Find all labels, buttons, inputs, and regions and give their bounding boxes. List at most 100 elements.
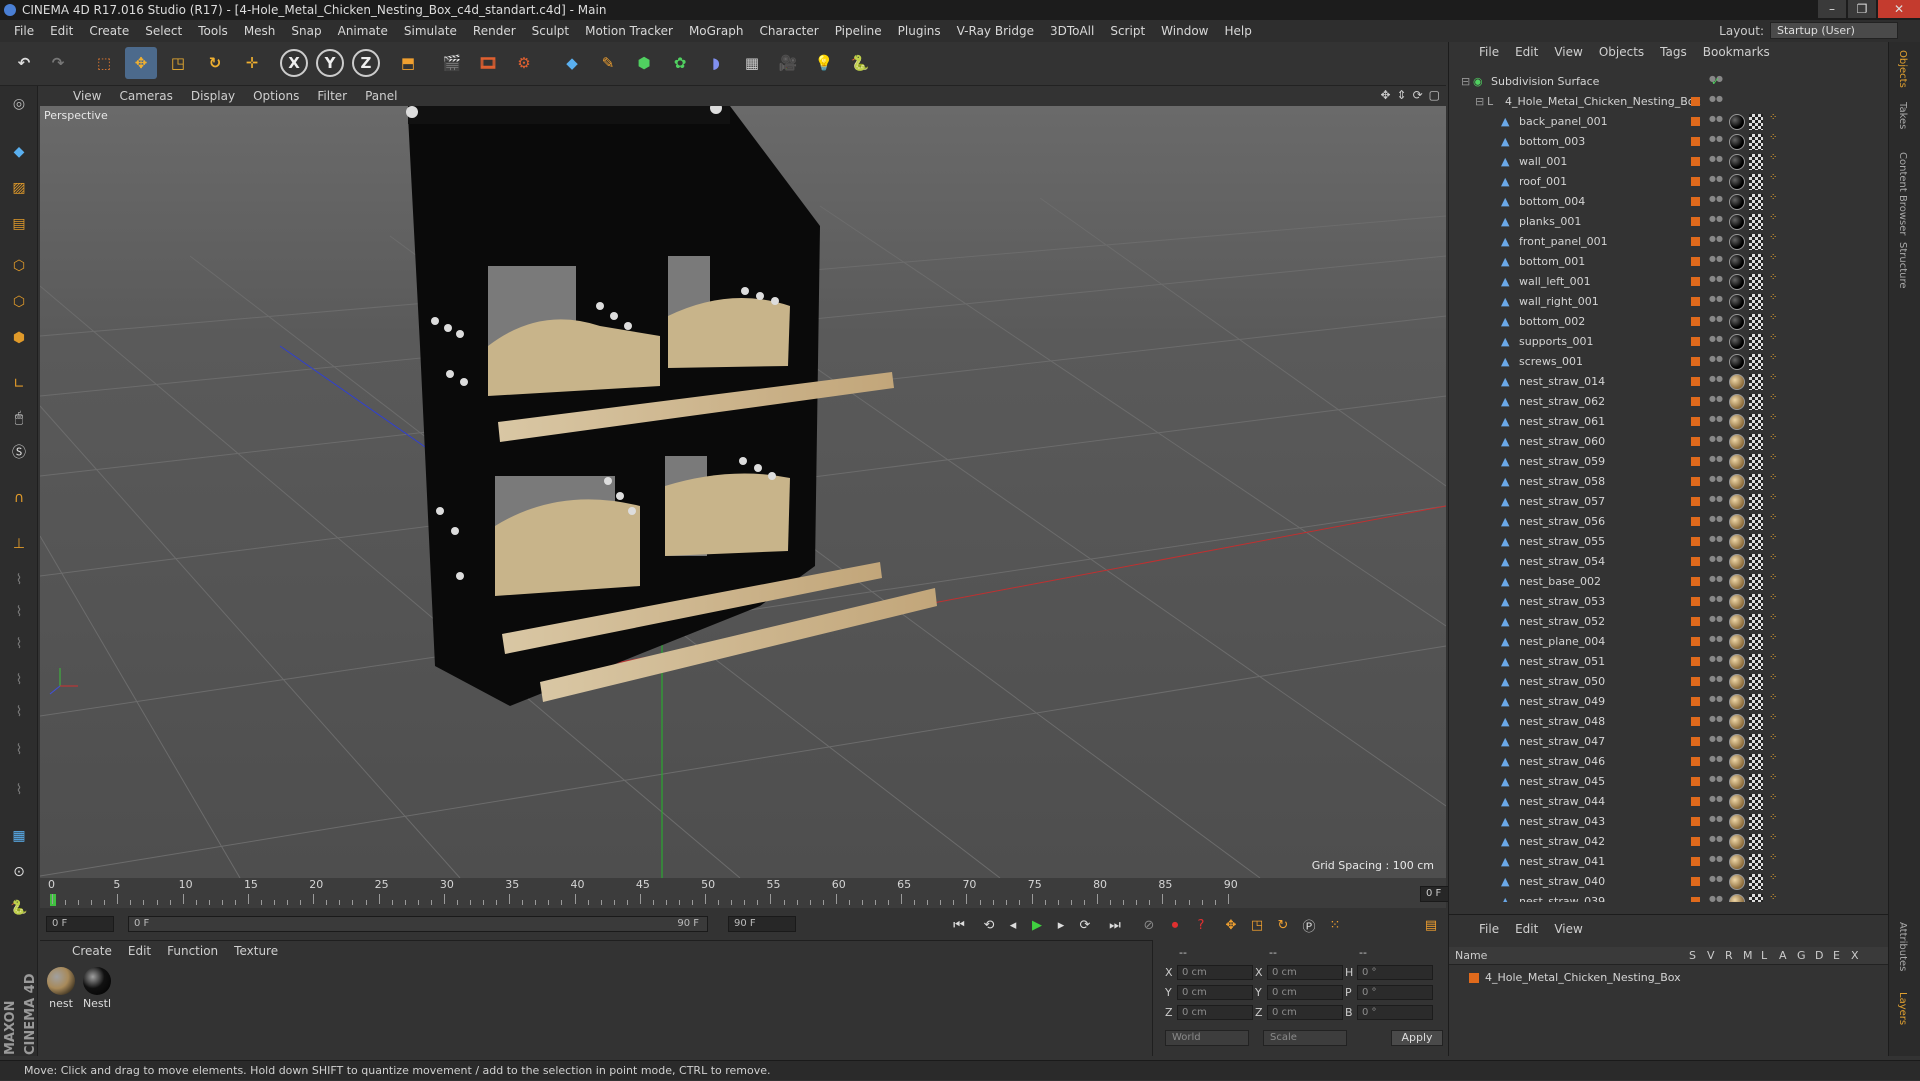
object-menu-file[interactable]: File [1471,45,1507,59]
coordinate-value-field[interactable]: 0 ° [1357,1005,1433,1020]
phong-tag-icon[interactable]: ⁘ [1769,593,1781,610]
phong-tag-icon[interactable]: ⁘ [1769,273,1781,290]
object-row[interactable]: ▲ nest_straw_052 ●● ⁘ [1449,612,1889,632]
object-menu-view[interactable]: View [1546,45,1590,59]
visibility-toggle-icon[interactable]: ●● [1709,235,1723,249]
phong-tag-icon[interactable]: ⁘ [1769,773,1781,790]
texture-tag-icon[interactable] [1749,874,1763,890]
layer-row[interactable]: 4_Hole_Metal_Chicken_Nesting_Box [1459,969,1879,987]
zoom-view-icon[interactable]: ⇕ [1397,88,1407,102]
phong-tag-icon[interactable]: ⁘ [1769,673,1781,690]
material-tag-icon[interactable] [1729,514,1745,530]
python-console-icon[interactable]: 🐍 [5,894,33,922]
layer-menu-view[interactable]: View [1546,922,1590,936]
object-list[interactable]: ⊟ ◉ Subdivision Surface ●● ✓ ⊟ L 4_Hole_Metal_C… [1449,72,1889,902]
material-tag-icon[interactable] [1729,754,1745,770]
material-tag-icon[interactable] [1729,694,1745,710]
magnet-icon[interactable]: ∩ [5,484,33,512]
object-row[interactable]: ▲ nest_base_002 ●● ⁘ [1449,572,1889,592]
texture-tag-icon[interactable] [1749,194,1763,210]
object-row[interactable]: ▲ roof_001 ●● ⁘ [1449,172,1889,192]
visibility-toggle-icon[interactable]: ●● [1709,555,1723,569]
phong-tag-icon[interactable]: ⁘ [1769,413,1781,430]
material-tag-icon[interactable] [1729,854,1745,870]
layer-color-tag[interactable] [1691,97,1700,106]
pan-view-icon[interactable]: ✥ [1380,88,1390,102]
layer-color-tag[interactable] [1691,197,1700,206]
material-tag-icon[interactable] [1729,494,1745,510]
material-tag-icon[interactable] [1729,654,1745,670]
texture-tag-icon[interactable] [1749,174,1763,190]
object-menu-edit[interactable]: Edit [1507,45,1546,59]
visibility-toggle-icon[interactable]: ●● [1709,855,1723,869]
texture-tag-icon[interactable] [1749,394,1763,410]
viewport-scene[interactable] [40,106,1446,878]
object-row[interactable]: ▲ nest_straw_049 ●● ⁘ [1449,692,1889,712]
redo-icon[interactable]: ↷ [42,47,74,79]
end-frame-field[interactable]: 90 F [728,916,796,932]
texture-tag-icon[interactable] [1749,594,1763,610]
visibility-toggle-icon[interactable]: ●● [1709,495,1723,509]
layer-color-tag[interactable] [1691,637,1700,646]
sculpt-brush-5-icon[interactable]: ⌇ [5,698,33,726]
rotate-view-icon[interactable]: ⟳ [1413,88,1423,102]
visibility-toggle-icon[interactable]: ●● [1709,775,1723,789]
material-tag-icon[interactable] [1729,114,1745,130]
render-picture-viewer-icon[interactable]: 🎞 [472,47,504,79]
layer-color-tag[interactable] [1691,357,1700,366]
visibility-toggle-icon[interactable]: ●● [1709,635,1723,649]
visibility-toggle-icon[interactable]: ●● [1709,755,1723,769]
phong-tag-icon[interactable]: ⁘ [1769,293,1781,310]
rotation-key-icon[interactable]: ↻ [1272,914,1294,936]
visibility-toggle-icon[interactable]: ●● [1709,675,1723,689]
material-tag-icon[interactable] [1729,894,1745,902]
object-row[interactable]: ▲ nest_straw_042 ●● ⁘ [1449,832,1889,852]
parameter-key-icon[interactable]: Ⓟ [1298,914,1320,936]
snap-icon[interactable]: Ⓢ [5,438,33,466]
layer-color-tag[interactable] [1691,337,1700,346]
object-row[interactable]: ▲ nest_straw_043 ●● ⁘ [1449,812,1889,832]
render-settings-icon[interactable]: ⚙ [508,47,540,79]
object-row[interactable]: ▲ nest_straw_054 ●● ⁘ [1449,552,1889,572]
menu-motion-tracker[interactable]: Motion Tracker [577,20,681,42]
object-row[interactable]: ▲ nest_straw_051 ●● ⁘ [1449,652,1889,672]
menu-sculpt[interactable]: Sculpt [524,20,577,42]
menu-animate[interactable]: Animate [330,20,396,42]
close-button[interactable]: ✕ [1878,0,1920,18]
layer-color-tag[interactable] [1691,817,1700,826]
side-tab-layers[interactable]: Layers [1897,992,1908,1025]
material-tag-icon[interactable] [1729,774,1745,790]
texture-tag-icon[interactable] [1749,654,1763,670]
viewport-menu-display[interactable]: Display [182,89,244,103]
object-row[interactable]: ▲ nest_straw_050 ●● ⁘ [1449,672,1889,692]
visibility-toggle-icon[interactable]: ●● [1709,115,1723,129]
layer-color-tag[interactable] [1691,897,1700,902]
point-level-animation-icon[interactable]: ⁙ [1324,914,1346,936]
coordinate-value-field[interactable]: 0 cm [1177,965,1253,980]
texture-tag-icon[interactable] [1749,554,1763,570]
play-icon[interactable]: ▶ [1026,914,1048,936]
visibility-toggle-icon[interactable]: ●● [1709,335,1723,349]
object-row[interactable]: ▲ nest_straw_045 ●● ⁘ [1449,772,1889,792]
apply-button[interactable]: Apply [1391,1030,1443,1046]
camera-icon[interactable]: 🎥 [772,47,804,79]
layer-color-tag[interactable] [1691,777,1700,786]
texture-tag-icon[interactable] [1749,134,1763,150]
menu-mograph[interactable]: MoGraph [681,20,752,42]
layer-color-tag[interactable] [1691,137,1700,146]
phong-tag-icon[interactable]: ⁘ [1769,633,1781,650]
material-tag-icon[interactable] [1729,574,1745,590]
object-row[interactable]: ▲ planks_001 ●● ⁘ [1449,212,1889,232]
phong-tag-icon[interactable]: ⁘ [1769,373,1781,390]
object-row[interactable]: ▲ nest_straw_053 ●● ⁘ [1449,592,1889,612]
sculpt-brush-7-icon[interactable]: ⌇ [5,776,33,804]
phong-tag-icon[interactable]: ⁘ [1769,573,1781,590]
object-menu-tags[interactable]: Tags [1652,45,1695,59]
texture-tag-icon[interactable] [1749,154,1763,170]
object-row[interactable]: ▲ nest_plane_004 ●● ⁘ [1449,632,1889,652]
material-tag-icon[interactable] [1729,794,1745,810]
texture-tag-icon[interactable] [1749,574,1763,590]
texture-tag-icon[interactable] [1749,894,1763,902]
minimize-button[interactable]: – [1818,0,1846,18]
material-tag-icon[interactable] [1729,234,1745,250]
